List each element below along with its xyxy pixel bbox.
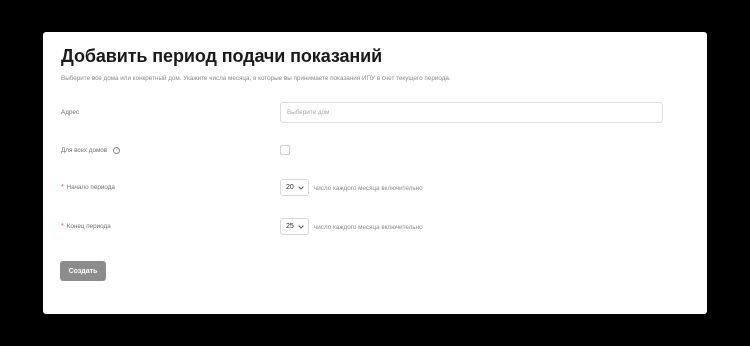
chevron-down-icon	[298, 224, 304, 230]
address-label-text: Адрес	[61, 109, 80, 116]
period-end-hint: число каждого месяца включительно	[314, 224, 423, 231]
period-start-hint: число каждого месяца включительно	[314, 185, 423, 192]
add-period-dialog: Добавить период подачи показаний Выберит…	[43, 32, 707, 314]
create-button[interactable]: Создать	[60, 261, 106, 281]
period-start-value: 20	[286, 184, 294, 191]
required-mark: *	[61, 184, 64, 191]
question-circle-icon[interactable]: ?	[113, 147, 121, 154]
chevron-down-icon	[298, 185, 304, 191]
all-houses-label: Для всех домов ?	[61, 147, 121, 154]
period-start-label-text: Начало периода	[66, 184, 115, 191]
period-end-label-text: Конец периода	[66, 223, 111, 230]
period-end-value: 25	[286, 223, 294, 230]
required-mark: *	[61, 223, 64, 230]
all-houses-label-text: Для всех домов	[61, 147, 108, 154]
page-title: Добавить период подачи показаний	[61, 46, 383, 66]
page-subtitle: Выберите все дома или конкретный дом. Ук…	[61, 75, 451, 82]
address-label: Адрес	[61, 109, 79, 116]
address-select-input[interactable]	[280, 102, 663, 123]
all-houses-checkbox[interactable]	[280, 145, 290, 155]
period-start-select[interactable]: 20	[280, 179, 309, 196]
period-end-label: * Конец периода	[61, 223, 111, 230]
period-end-select[interactable]: 25	[280, 218, 309, 235]
period-start-label: * Начало периода	[61, 184, 115, 191]
